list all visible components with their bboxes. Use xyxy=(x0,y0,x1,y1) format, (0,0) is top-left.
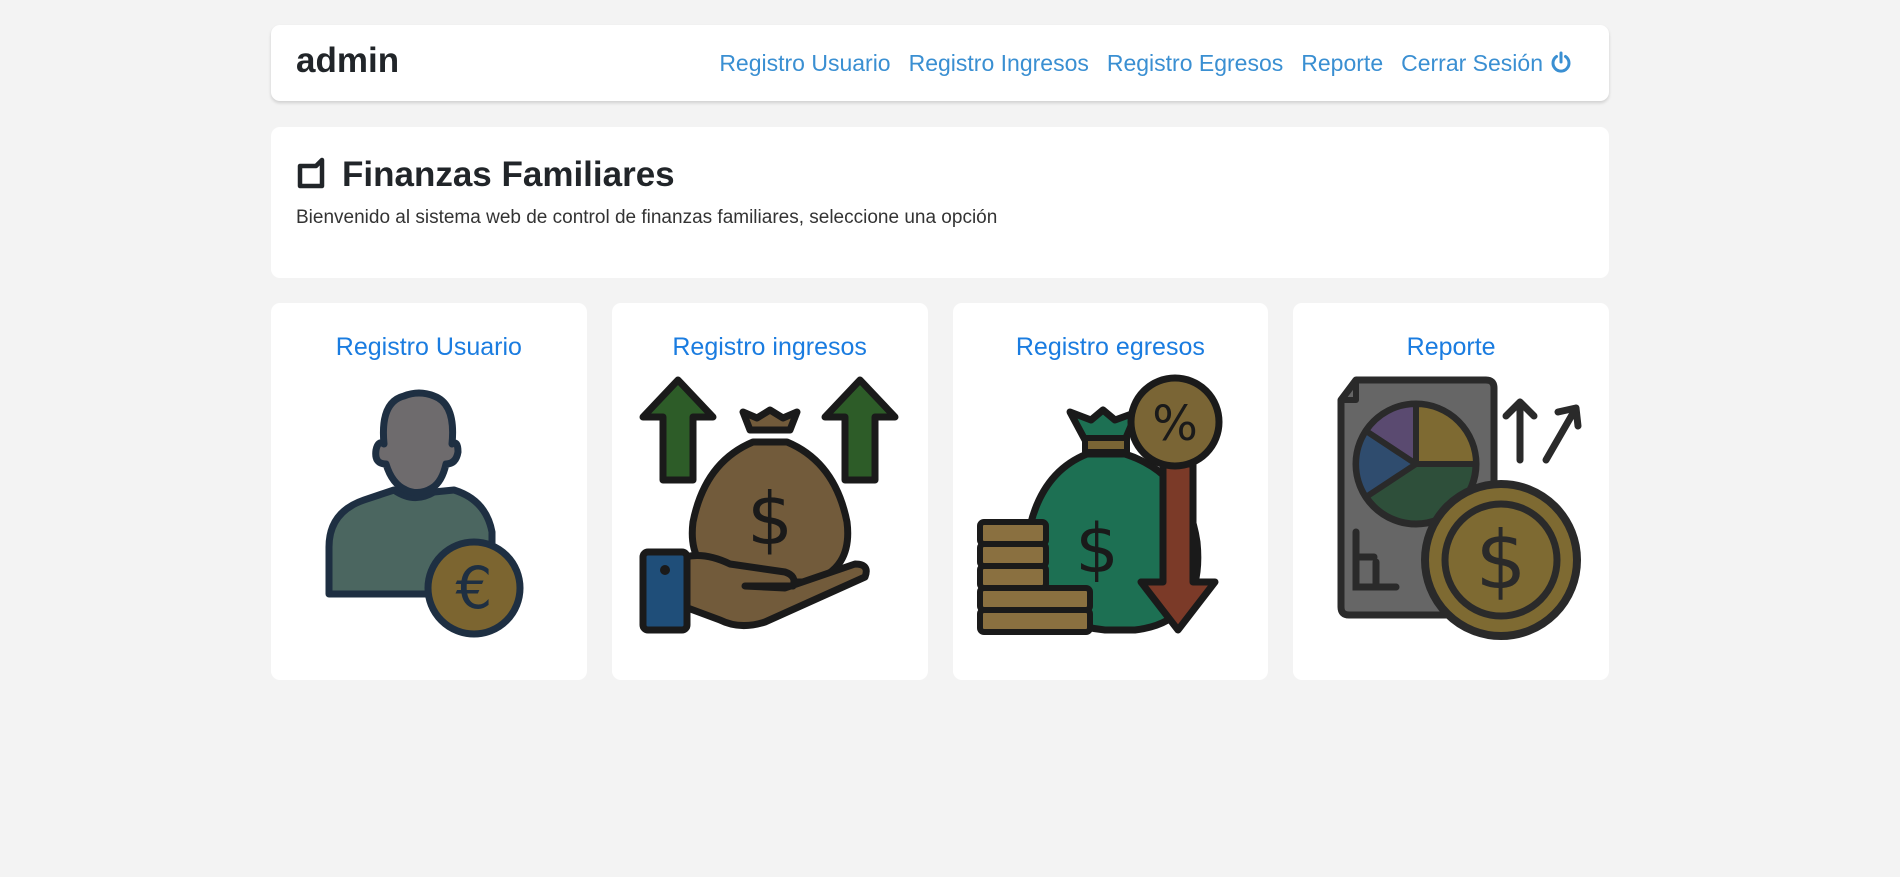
page-container: admin Registro Usuario Registro Ingresos… xyxy=(271,25,1609,680)
nav-reporte[interactable]: Reporte xyxy=(1301,50,1383,77)
card-title-registro-usuario[interactable]: Registro Usuario xyxy=(336,333,522,362)
svg-text:$: $ xyxy=(1476,514,1527,607)
svg-text:%: % xyxy=(1153,396,1199,452)
income-money-bag-icon: $ xyxy=(635,372,905,642)
expense-money-bag-icon: $ % xyxy=(975,372,1245,642)
card-title-reporte[interactable]: Reporte xyxy=(1407,333,1496,362)
nav-registro-egresos[interactable]: Registro Egresos xyxy=(1107,50,1283,77)
welcome-panel: Finanzas Familiares Bienvenido al sistem… xyxy=(271,127,1609,278)
card-registro-egresos[interactable]: Registro egresos $ % xyxy=(952,303,1269,680)
svg-text:$: $ xyxy=(747,477,793,561)
card-registro-ingresos[interactable]: Registro ingresos $ xyxy=(611,303,928,680)
nav-cerrar-sesion[interactable]: Cerrar Sesión xyxy=(1401,50,1573,77)
navbar-brand[interactable]: admin xyxy=(296,43,399,78)
cerrar-sesion-label: Cerrar Sesión xyxy=(1401,49,1543,76)
card-registro-usuario[interactable]: Registro Usuario € xyxy=(271,303,587,680)
page-title: Finanzas Familiares xyxy=(342,155,675,194)
power-icon xyxy=(1549,51,1573,75)
nav-registro-usuario[interactable]: Registro Usuario xyxy=(719,50,890,77)
card-title-registro-ingresos[interactable]: Registro ingresos xyxy=(672,333,867,362)
user-euro-icon: € xyxy=(294,372,564,642)
card-reporte[interactable]: Reporte $ xyxy=(1293,303,1609,680)
top-navbar: admin Registro Usuario Registro Ingresos… xyxy=(271,25,1609,101)
report-chart-icon: $ xyxy=(1316,372,1586,642)
svg-text:$: $ xyxy=(1076,510,1119,589)
nav-links: Registro Usuario Registro Ingresos Regis… xyxy=(719,50,1573,77)
square-logo-icon xyxy=(296,156,328,195)
svg-text:€: € xyxy=(455,554,492,622)
option-cards: Registro Usuario € Registro ingresos $ R… xyxy=(271,303,1609,680)
card-title-registro-egresos[interactable]: Registro egresos xyxy=(1016,333,1205,362)
hero-heading: Finanzas Familiares xyxy=(296,155,1584,195)
welcome-message: Bienvenido al sistema web de control de … xyxy=(296,207,998,228)
nav-registro-ingresos[interactable]: Registro Ingresos xyxy=(909,50,1089,77)
